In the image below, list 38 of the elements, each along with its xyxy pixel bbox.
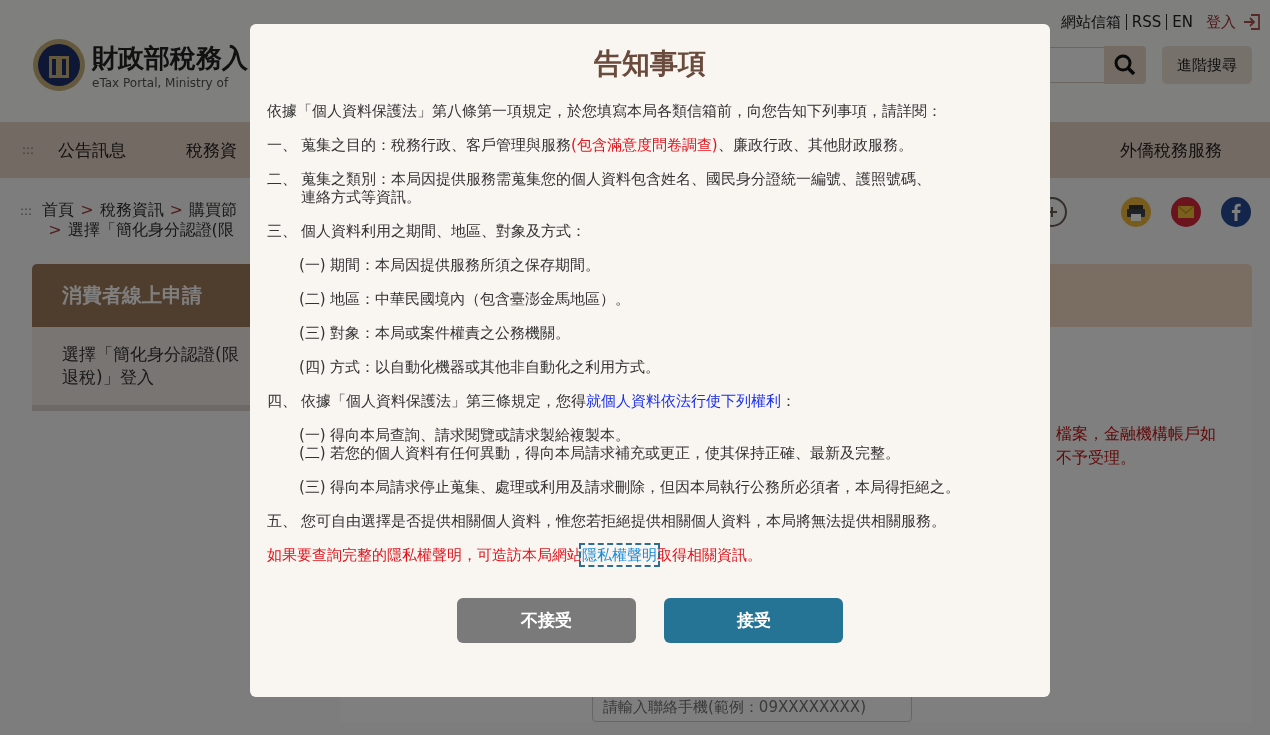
nav-item[interactable]: 公告訊息 — [58, 138, 127, 162]
dialog-title: 告知事項 — [594, 46, 706, 82]
notice-paragraph: (三) 得向本局請求停止蒐集、處理或利用及請求刪除，但因本局執行公務所必須者，本局得拒絕之。 — [298, 478, 962, 496]
dialog-button[interactable]: 接受 — [664, 598, 843, 643]
print-icon[interactable] — [1120, 196, 1152, 228]
advanced-search-button[interactable]: 進階搜尋 — [1162, 46, 1252, 84]
notice-paragraph: 一、 蒐集之目的：稅務行政、客戶管理與服務(包含滿意度問卷調查)、廉政行政、其他財政服務。 — [267, 136, 914, 154]
breadcrumb-separator: > — [80, 200, 94, 219]
breadcrumb-link[interactable]: 購買節 — [188, 200, 237, 219]
site-subtitle: eTax Portal, Ministry of — [92, 75, 230, 90]
notice-paragraph: 三、 個人資料利用之期間、地區、對象及方式： — [267, 222, 587, 240]
accesskey-marker[interactable]: ::: — [22, 143, 35, 157]
privacy-link[interactable]: 隱私權聲明 — [582, 546, 657, 564]
nav-item[interactable]: 稅務資 — [186, 138, 238, 162]
notice-paragraph: (一) 得向本局查詢、請求閱覽或請求製給複製本。 (二) 若您的個人資料有任何異動，得向本局請求補充或更正，使其保持正確、最新及完整。 — [298, 426, 902, 462]
breadcrumb-link[interactable]: 選擇「簡化身分認證(限 — [67, 220, 234, 239]
accesskey-marker[interactable]: ::: — [20, 204, 33, 218]
mail-icon[interactable] — [1170, 196, 1202, 228]
facebook-icon[interactable] — [1220, 196, 1252, 228]
nav-item[interactable]: 外僑稅務服務 — [1120, 138, 1222, 162]
top-link[interactable]: EN — [1166, 14, 1198, 30]
search-icon — [1113, 53, 1137, 77]
login-icon[interactable] — [1242, 12, 1262, 32]
top-link[interactable]: 網站信箱 — [1055, 14, 1126, 30]
site-title[interactable]: 財政部稅務入 — [92, 40, 248, 76]
notice-text: 檔案，金融機構帳戶如 不予受理。 — [1056, 423, 1217, 469]
breadcrumb-separator: > — [169, 200, 183, 219]
breadcrumb-link[interactable]: 首頁 — [42, 200, 75, 219]
breadcrumb-separator: > — [48, 220, 62, 239]
dialog-button[interactable]: 不接受 — [457, 598, 636, 643]
breadcrumb-link[interactable]: 稅務資訊 — [99, 200, 164, 219]
login-link[interactable]: 登入 — [1206, 12, 1236, 32]
search-button[interactable] — [1104, 46, 1146, 84]
notice-paragraph: 二、 蒐集之類別：本局因提供服務需蒐集您的個人資料包含姓名、國民身分證統一編號、護照號碼、 連絡方式等資訊。 — [267, 170, 932, 206]
notice-paragraph: 依據「個人資料保護法」第八條第一項規定，於您填寫本局各類信箱前，向您告知下列事項，請詳閱： — [267, 102, 943, 120]
notice-paragraph: 五、 您可自由選擇是否提供相關個人資料，惟您若拒絕提供相關個人資料，本局將無法提供相關服務。 — [267, 512, 947, 530]
emblem-icon — [32, 38, 86, 92]
top-link[interactable]: RSS — [1125, 14, 1167, 30]
